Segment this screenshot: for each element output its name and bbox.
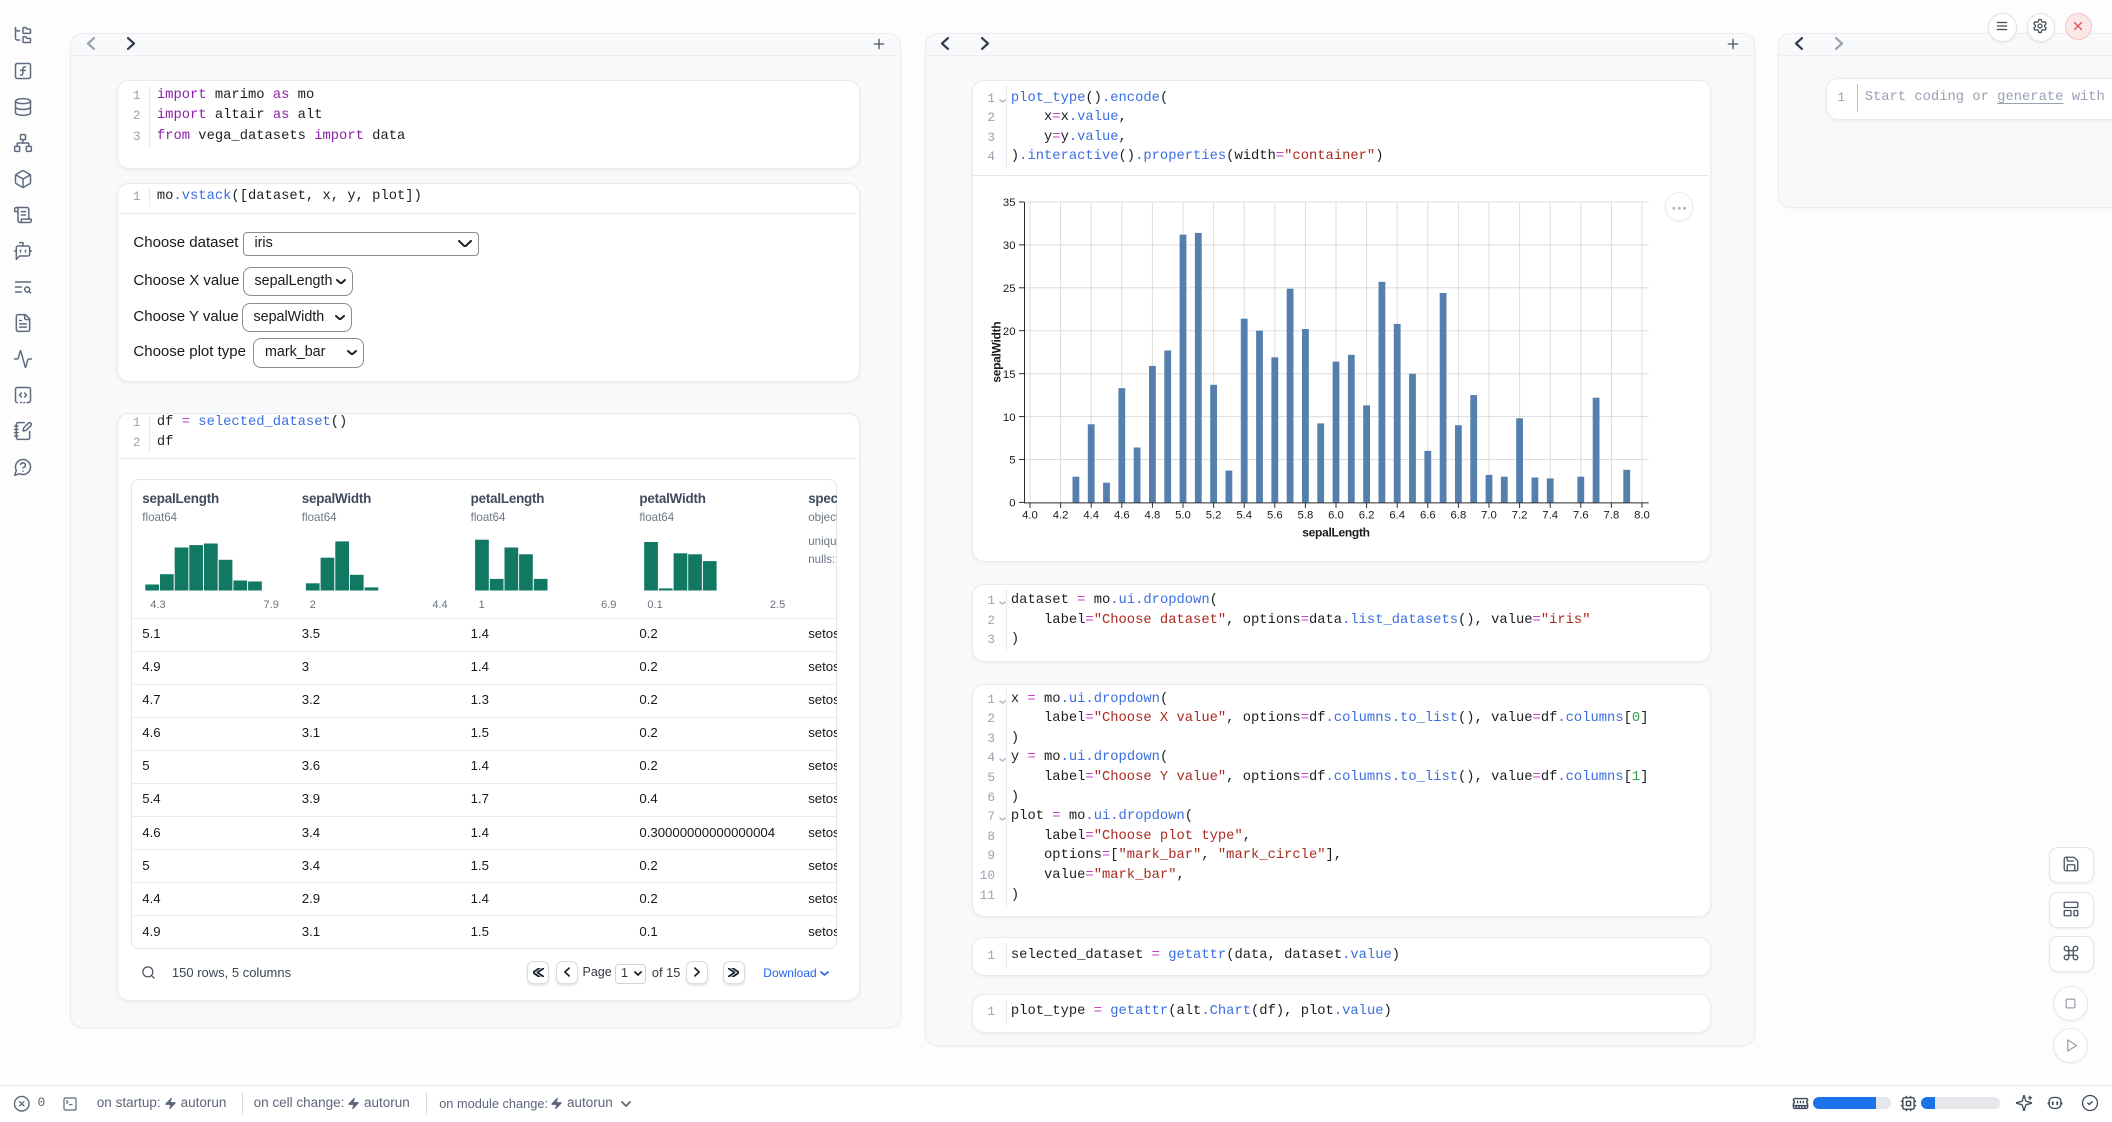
svg-text:7.2: 7.2 [1512,510,1528,522]
svg-text:4.4: 4.4 [1083,510,1099,522]
svg-text:4.2: 4.2 [1053,510,1069,522]
svg-text:4.8: 4.8 [1145,510,1161,522]
svg-text:8.0: 8.0 [1634,510,1650,522]
svg-text:sepalWidth: sepalWidth [990,322,1004,383]
svg-text:6.8: 6.8 [1451,510,1467,522]
svg-text:25: 25 [1003,283,1016,295]
svg-text:6.6: 6.6 [1420,510,1436,522]
svg-text:4.6: 4.6 [1114,510,1130,522]
svg-text:6.4: 6.4 [1389,510,1405,522]
svg-text:7.8: 7.8 [1604,510,1620,522]
svg-text:6.0: 6.0 [1328,510,1344,522]
svg-text:10: 10 [1003,412,1016,424]
svg-text:5.6: 5.6 [1267,510,1283,522]
svg-text:20: 20 [1003,326,1016,338]
svg-text:6.2: 6.2 [1359,510,1375,522]
svg-text:4.0: 4.0 [1022,510,1038,522]
svg-text:0: 0 [1009,498,1015,510]
svg-text:5.2: 5.2 [1206,510,1222,522]
svg-text:7.0: 7.0 [1481,510,1497,522]
svg-text:5.8: 5.8 [1298,510,1314,522]
svg-text:sepalLength: sepalLength [1302,526,1369,540]
svg-text:5.0: 5.0 [1175,510,1191,522]
svg-text:15: 15 [1003,369,1016,381]
svg-text:7.6: 7.6 [1573,510,1589,522]
svg-text:35: 35 [1003,197,1016,209]
svg-text:5.4: 5.4 [1236,510,1252,522]
svg-text:30: 30 [1003,240,1016,252]
svg-text:5: 5 [1009,455,1015,467]
svg-text:7.4: 7.4 [1542,510,1558,522]
